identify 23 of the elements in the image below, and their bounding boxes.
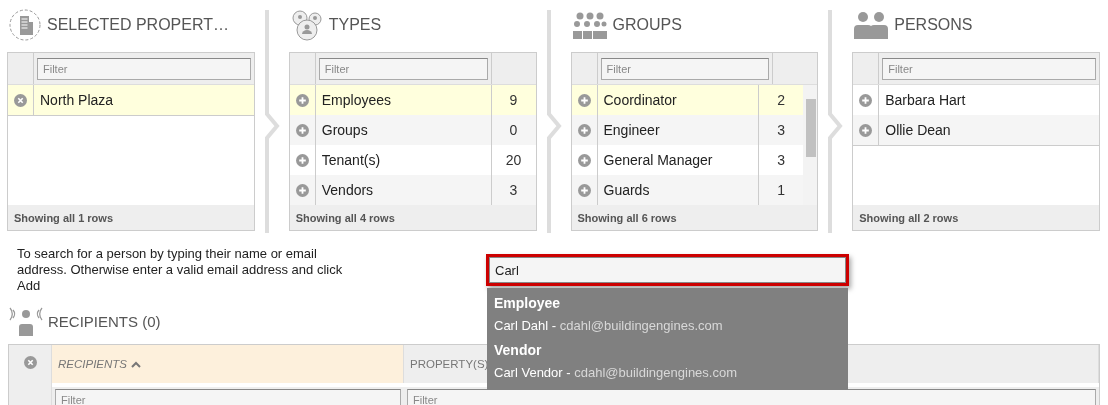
panel-title: GROUPS: [612, 16, 682, 34]
row-name: Vendors: [320, 181, 375, 200]
row-name: Barbara Hart: [884, 91, 967, 110]
panel-title: TYPES: [328, 16, 382, 34]
suggestion-group-heading: Employee: [493, 294, 562, 313]
row-name: Ollie Dean: [884, 121, 952, 140]
row-name: Tenant(s): [320, 151, 382, 170]
row-name: Groups: [320, 121, 369, 140]
row-count-footer: Showing all 6 rows: [571, 205, 818, 230]
row-name: Guards: [602, 181, 651, 200]
recipients-title: RECIPIENTS (0): [48, 312, 161, 330]
row-name: Engineer: [602, 121, 661, 140]
row-count-footer: Showing all 1 rows: [8, 205, 254, 230]
row-name: General Manager: [602, 151, 714, 170]
row-name: Coordinator: [602, 91, 678, 110]
panel-title: PERSONS: [894, 16, 973, 34]
suggestion-group-heading: Vendor: [493, 341, 543, 360]
row-name: Employees: [320, 91, 392, 110]
row-count-footer: Showing all 2 rows: [853, 205, 1099, 230]
row-name: North Plaza: [39, 91, 115, 110]
panel-title: SELECTED PROPERT…: [47, 16, 229, 34]
instructions-text: To search for a person by typing their name or email address. Otherwise enter a valid email address and click Add: [17, 246, 344, 294]
row-count-footer: Showing all 4 rows: [289, 205, 536, 230]
